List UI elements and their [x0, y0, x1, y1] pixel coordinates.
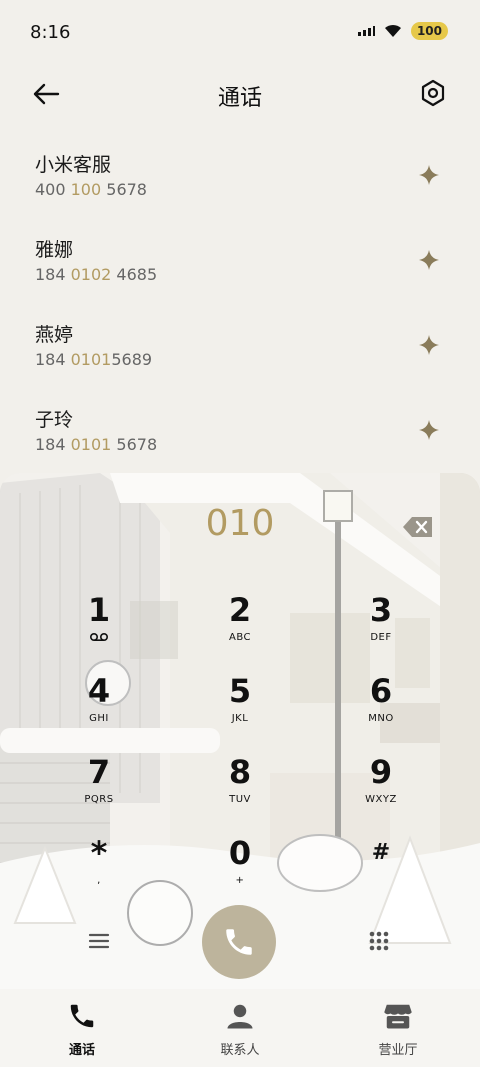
volte-icon: [357, 26, 375, 36]
contact-result-row[interactable]: 雅娜 184 0102 4685: [0, 219, 480, 304]
dial-key-3[interactable]: 3 DEF: [331, 590, 431, 660]
sparkle-icon[interactable]: [418, 164, 440, 186]
store-icon: [384, 1004, 412, 1029]
header: 通话: [0, 66, 480, 122]
person-icon: [227, 1004, 253, 1029]
voicemail-icon: [89, 632, 109, 642]
contact-name: 子玲: [35, 409, 74, 431]
dial-key-2[interactable]: 2 ABC: [190, 590, 290, 660]
dial-key-5[interactable]: 5 JKL: [190, 671, 290, 741]
dial-key-8[interactable]: 8 TUV: [190, 752, 290, 822]
battery-indicator: 100: [410, 22, 448, 40]
dial-key-0[interactable]: 0 +: [190, 833, 290, 903]
keypad-toggle-icon[interactable]: [366, 928, 392, 954]
status-bar: 8:16 100: [0, 0, 480, 66]
dial-key-4[interactable]: 4 GHI: [49, 671, 149, 741]
tab-label: 营业厅: [378, 1043, 418, 1058]
tab-service-hall[interactable]: 营业厅: [338, 1001, 458, 1058]
dial-key-9[interactable]: 9 WXYZ: [331, 752, 431, 822]
sparkle-icon[interactable]: [418, 419, 440, 441]
contact-results-list: 小米客服 400 100 5678 雅娜 184 0102 4685 燕婷 18…: [0, 134, 480, 474]
phone-icon: [70, 1004, 94, 1028]
sparkle-icon[interactable]: [418, 334, 440, 356]
tab-label: 联系人: [220, 1043, 260, 1058]
page-title: 通话: [217, 86, 262, 111]
settings-icon[interactable]: [418, 78, 448, 108]
status-icons: 100: [357, 22, 448, 40]
dial-key-star[interactable]: * ,: [49, 833, 149, 903]
wifi-icon: [384, 24, 401, 37]
phone-icon: [226, 929, 252, 955]
tab-label: 通话: [68, 1043, 95, 1058]
dial-key-6[interactable]: 6 MNO: [331, 671, 431, 741]
contact-name: 燕婷: [35, 324, 74, 346]
contact-result-row[interactable]: 子玲 184 0101 5678: [0, 389, 480, 474]
tab-contacts[interactable]: 联系人: [180, 1001, 300, 1058]
contact-result-row[interactable]: 燕婷 184 01015689: [0, 304, 480, 389]
dial-key-7[interactable]: 7 PQRS: [49, 752, 149, 822]
backspace-icon[interactable]: [402, 515, 434, 539]
contact-number: 184 01015689: [35, 350, 153, 369]
contact-name: 雅娜: [35, 239, 74, 261]
contact-name: 小米客服: [35, 154, 112, 176]
menu-icon[interactable]: [86, 928, 112, 954]
contact-number: 184 0101 5678: [35, 435, 158, 454]
bottom-nav: 通话 联系人 营业厅: [0, 989, 480, 1067]
status-time: 8:16: [30, 22, 71, 43]
contact-result-row[interactable]: 小米客服 400 100 5678: [0, 134, 480, 219]
dial-key-1[interactable]: 1: [49, 590, 149, 660]
contact-number: 184 0102 4685: [35, 265, 158, 284]
call-button[interactable]: [202, 905, 276, 979]
sparkle-icon[interactable]: [418, 249, 440, 271]
tab-calls[interactable]: 通话: [22, 1001, 142, 1058]
dial-key-hash[interactable]: #: [331, 833, 431, 903]
contact-number: 400 100 5678: [35, 180, 147, 199]
dialpad: 010 1 2 ABC 3 DEF 4 GHI 5 JKL 6 MNO 7 PQ…: [0, 473, 480, 989]
